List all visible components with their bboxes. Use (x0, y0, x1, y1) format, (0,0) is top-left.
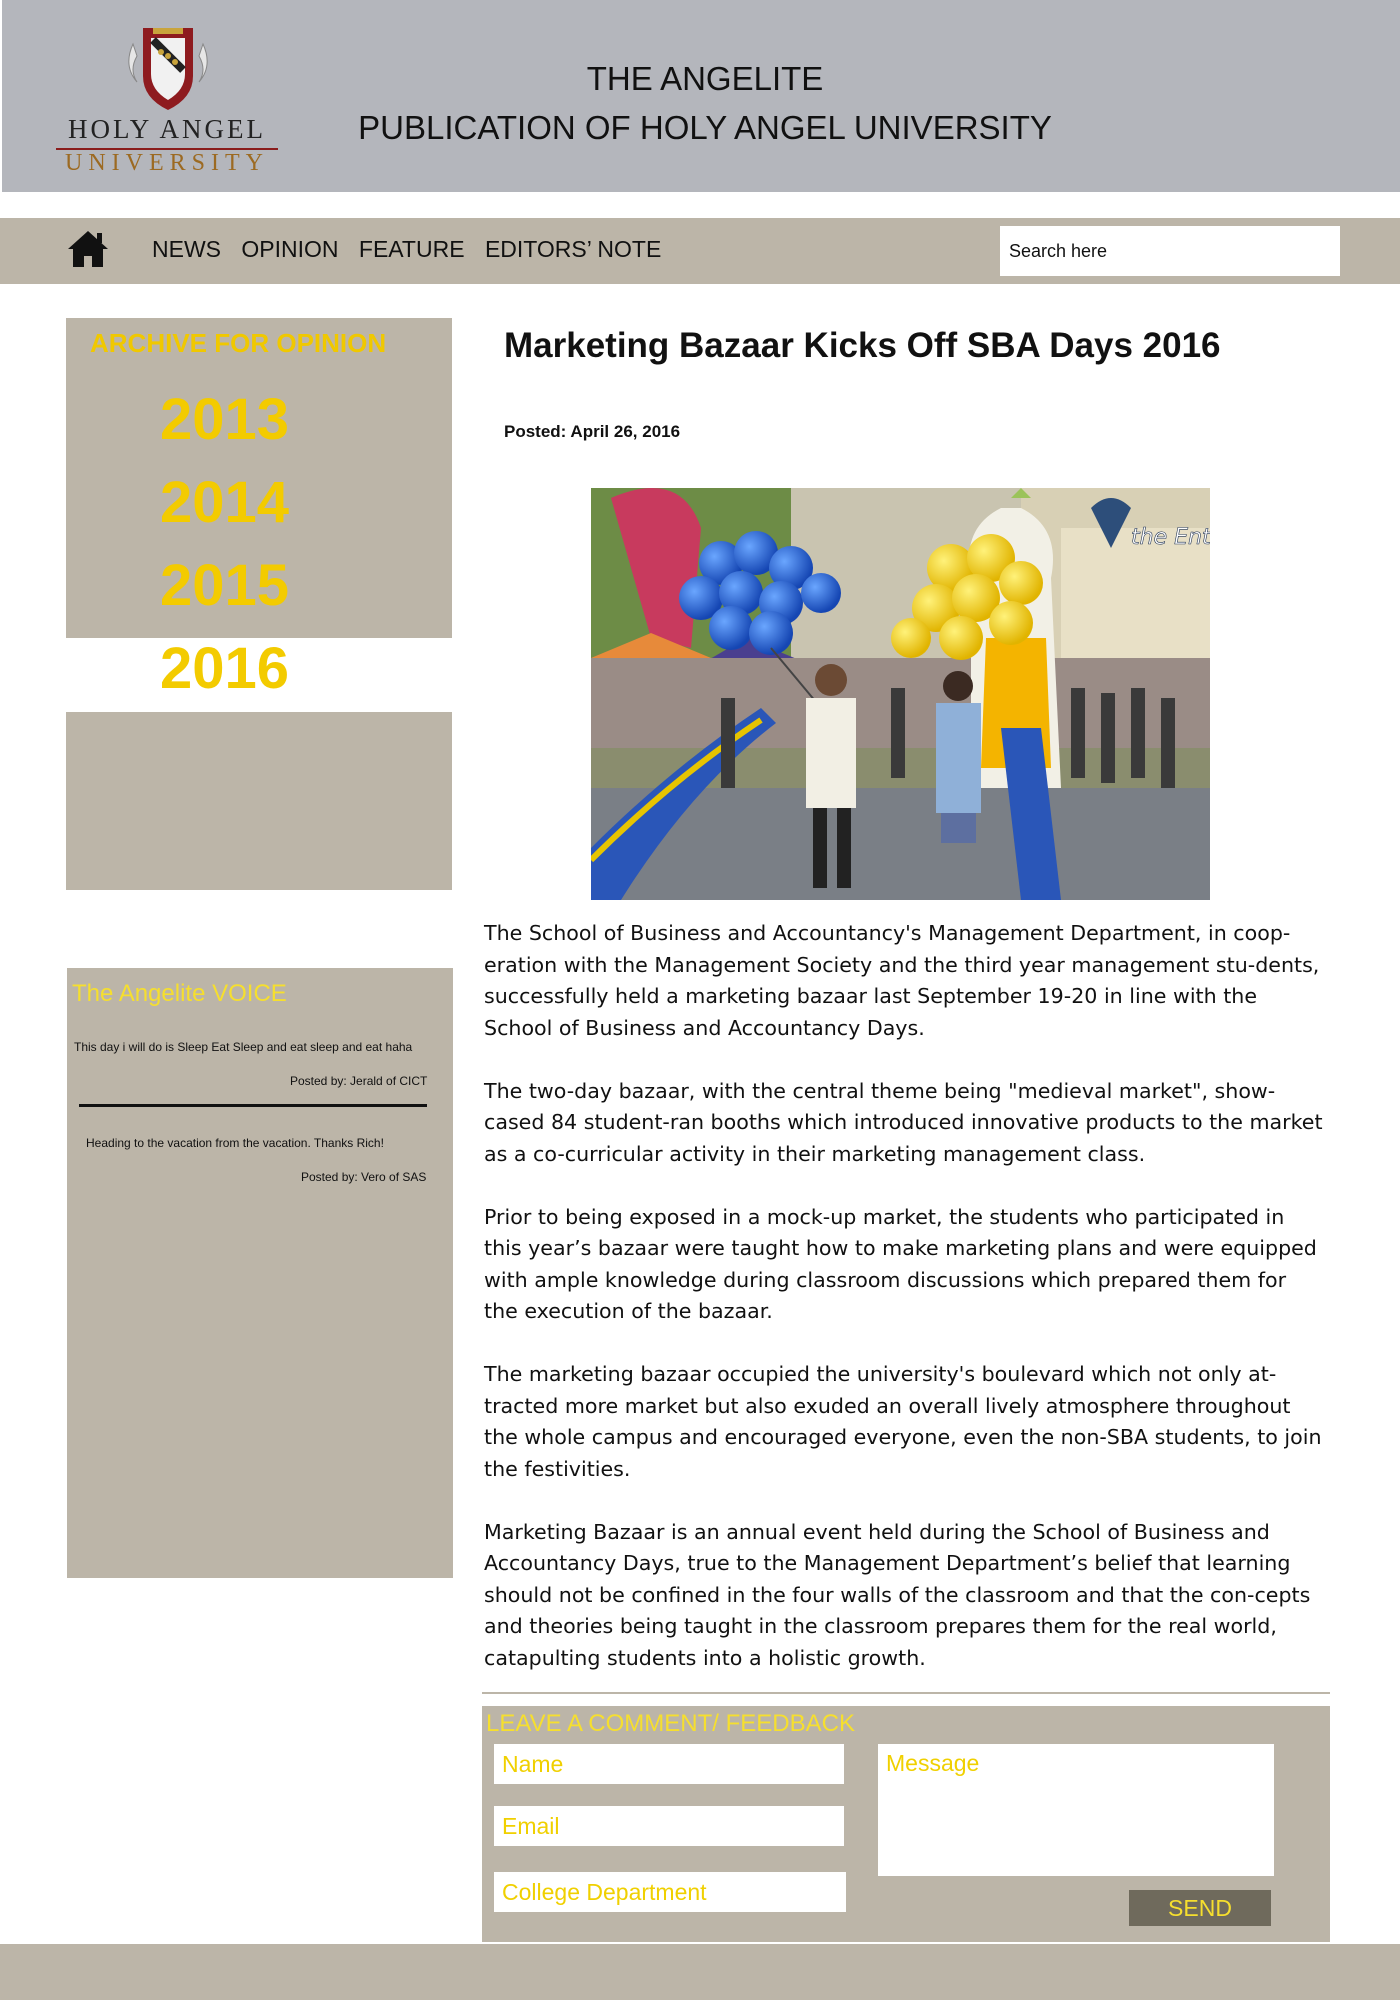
article-date: Posted: April 26, 2016 (504, 422, 681, 441)
article-title: Marketing Bazaar Kicks Off SBA Days 2016 (504, 326, 1221, 365)
crest-icon (128, 28, 208, 110)
article-paragraph: Prior to being exposed in a mock-up mark… (484, 1204, 1317, 1324)
voice-post-author: Posted by: Vero of SAS (301, 1170, 427, 1184)
voice-post-text: Heading to the vacation from the vacatio… (86, 1136, 384, 1150)
article-body: The School of Business and Accountancy's… (484, 918, 1324, 1706)
college-department-field[interactable] (494, 1872, 846, 1912)
search-input[interactable] (1000, 226, 1340, 276)
university-logo[interactable]: HOLY ANGEL UNIVERSITY (52, 22, 282, 182)
voice-title: The Angelite VOICE (72, 980, 287, 1007)
article-paragraph: Marketing Bazaar is an annual event held… (484, 1519, 1311, 1670)
site-title: THE ANGELITE PUBLICATION OF HOLY ANGEL U… (340, 54, 1070, 152)
voice-divider (79, 1104, 427, 1107)
nav-item-feature[interactable]: FEATURE (359, 236, 465, 262)
email-field[interactable] (494, 1806, 844, 1846)
message-field[interactable] (878, 1744, 1274, 1876)
article-paragraph: The marketing bazaar occupied the univer… (484, 1362, 1322, 1481)
home-icon[interactable] (66, 228, 110, 270)
logo-text-top: HOLY ANGEL (67, 114, 267, 144)
archive-year-2014[interactable]: 2014 (160, 469, 289, 536)
archive-panel-lower (66, 712, 452, 890)
archive-year-2016[interactable]: 2016 (160, 635, 289, 702)
comment-title: LEAVE A COMMENT/ FEEDBACK (486, 1710, 855, 1737)
logo-text-bottom: UNIVERSITY (65, 150, 269, 176)
nav-item-news[interactable]: NEWS (152, 236, 221, 262)
archive-year-2013[interactable]: 2013 (160, 386, 289, 453)
article-paragraph: The two-day bazaar, with the central the… (484, 1078, 1323, 1166)
archive-title: ARCHIVE FOR OPINION (90, 328, 387, 358)
site-footer (0, 1944, 1400, 2000)
archive-year-2015[interactable]: 2015 (160, 552, 289, 619)
voice-post-text: This day i will do is Sleep Eat Sleep an… (74, 1040, 413, 1054)
article-photo: the Enterprise (591, 488, 1210, 900)
nav-item-opinion[interactable]: OPINION (241, 236, 338, 262)
voice-post-author: Posted by: Jerald of CICT (290, 1074, 428, 1088)
name-field[interactable] (494, 1744, 844, 1784)
send-button[interactable]: SEND (1129, 1890, 1271, 1926)
comment-divider (482, 1692, 1330, 1694)
photo-watermark: the Enterprise (1131, 525, 1210, 550)
nav-links: NEWS OPINION FEATURE EDITORS’ NOTE (152, 236, 675, 263)
site-title-line1: THE ANGELITE (586, 60, 824, 97)
site-title-line2: PUBLICATION OF HOLY ANGEL UNIVERSITY (358, 109, 1052, 146)
article-paragraph: The School of Business and Accountancy's… (484, 921, 1320, 1040)
voice-panel (67, 968, 453, 1578)
nav-item-editors-note[interactable]: EDITORS’ NOTE (485, 236, 661, 262)
